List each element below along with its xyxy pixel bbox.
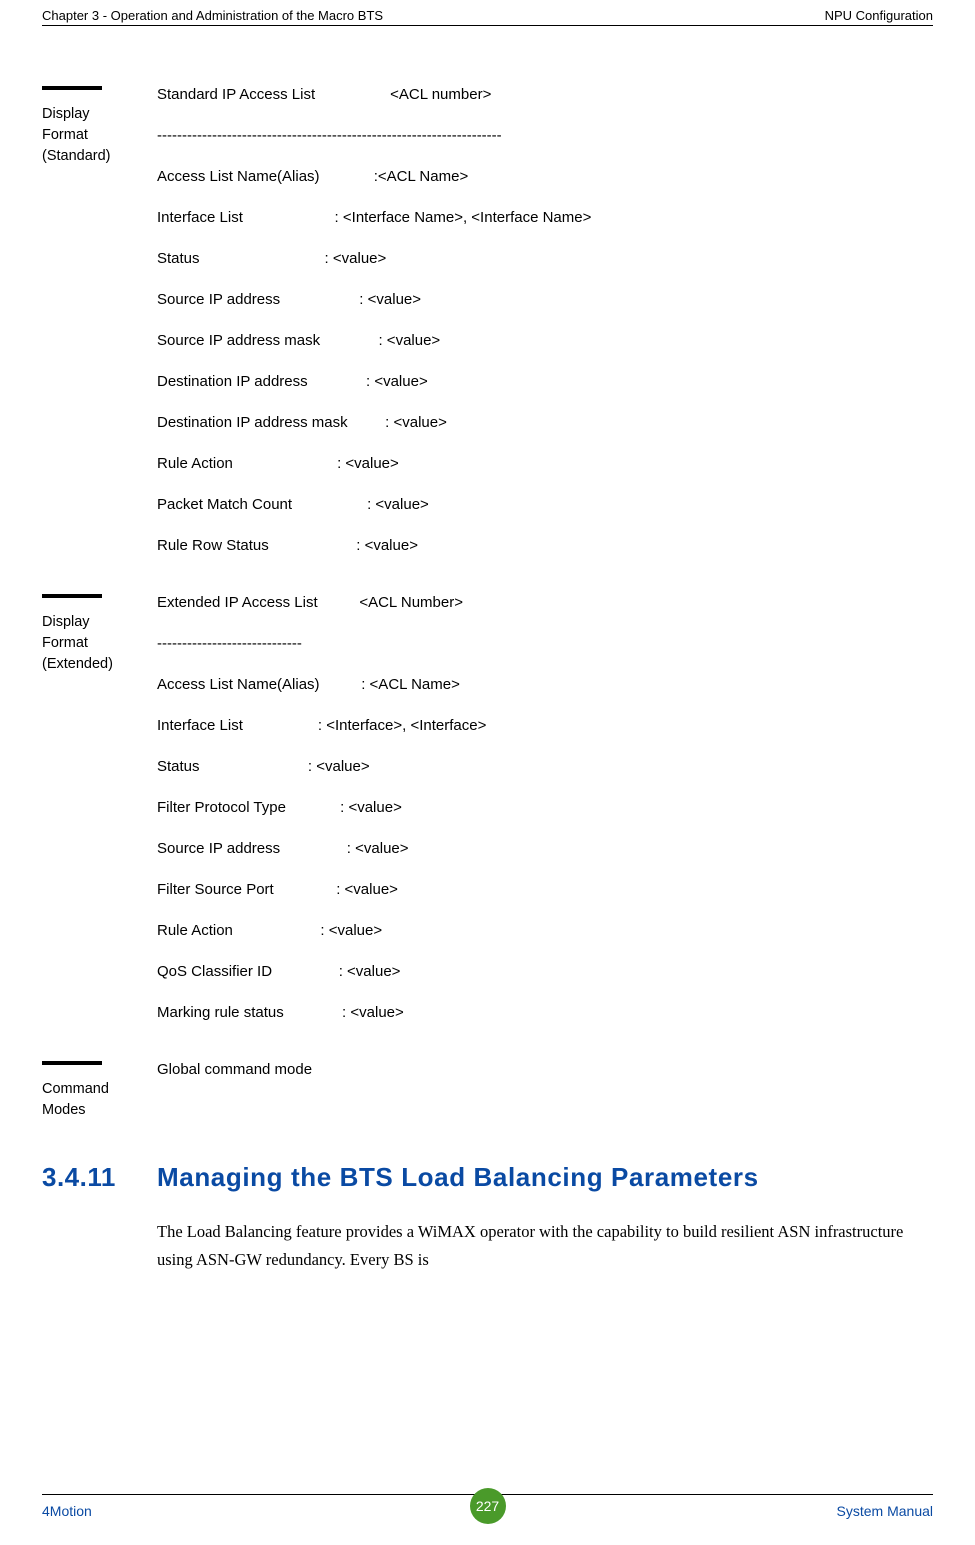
content-line: Source IP address : <value> [157, 291, 933, 308]
header-left: Chapter 3 - Operation and Administration… [42, 8, 383, 23]
content-line: Filter Protocol Type : <value> [157, 799, 933, 816]
page-header: Chapter 3 - Operation and Administration… [42, 0, 933, 23]
footer-right: System Manual [837, 1503, 933, 1519]
block-content: Global command mode [157, 1061, 933, 1121]
content-line: Destination IP address : <value> [157, 373, 933, 390]
page-number-badge: 227 [470, 1488, 506, 1524]
content-line: Interface List : <Interface Name>, <Inte… [157, 209, 933, 226]
footer-left: 4Motion [42, 1503, 92, 1519]
content-line: Source IP address mask : <value> [157, 332, 933, 349]
content-line: ----------------------------- [157, 635, 933, 652]
content-line: Packet Match Count : <value> [157, 496, 933, 513]
heading-title: Managing the BTS Load Balancing Paramete… [157, 1161, 933, 1194]
content-line: Status : <value> [157, 250, 933, 267]
body-paragraph: The Load Balancing feature provides a Wi… [157, 1218, 933, 1274]
content-line: Rule Action : <value> [157, 455, 933, 472]
command-modes-block: CommandModes Global command mode [42, 1061, 933, 1121]
block-topbar [42, 594, 102, 598]
block-label: CommandModes [42, 1079, 157, 1121]
block-content: Standard IP Access List <ACL number> ----… [157, 86, 933, 554]
block-label: DisplayFormat(Extended) [42, 612, 157, 675]
content-line: Global command mode [157, 1061, 933, 1078]
content-line: Extended IP Access List <ACL Number> [157, 594, 933, 611]
content-line: Standard IP Access List <ACL number> [157, 86, 933, 103]
content-line: Access List Name(Alias) :<ACL Name> [157, 168, 933, 185]
block-label-col: DisplayFormat(Extended) [42, 594, 157, 1021]
display-format-standard-block: DisplayFormat(Standard) Standard IP Acce… [42, 86, 933, 554]
block-label: DisplayFormat(Standard) [42, 104, 157, 167]
content-line: Rule Row Status : <value> [157, 537, 933, 554]
content-line: Interface List : <Interface>, <Interface… [157, 717, 933, 734]
block-topbar [42, 1061, 102, 1065]
header-rule [42, 25, 933, 26]
content-line: Destination IP address mask : <value> [157, 414, 933, 431]
content-line: Rule Action : <value> [157, 922, 933, 939]
content-line: Access List Name(Alias) : <ACL Name> [157, 676, 933, 693]
content-line: Status : <value> [157, 758, 933, 775]
block-label-col: CommandModes [42, 1061, 157, 1121]
content-line: Source IP address : <value> [157, 840, 933, 857]
section-heading: 3.4.11 Managing the BTS Load Balancing P… [42, 1161, 933, 1194]
heading-number: 3.4.11 [42, 1162, 157, 1193]
block-content: Extended IP Access List <ACL Number> ----… [157, 594, 933, 1021]
block-label-col: DisplayFormat(Standard) [42, 86, 157, 554]
display-format-extended-block: DisplayFormat(Extended) Extended IP Acce… [42, 594, 933, 1021]
content-line: ----------------------------------------… [157, 127, 933, 144]
content-line: QoS Classifier ID : <value> [157, 963, 933, 980]
block-topbar [42, 86, 102, 90]
footer-row: 4Motion 227 System Manual [42, 1503, 933, 1519]
page-footer: 4Motion 227 System Manual [42, 1494, 933, 1519]
header-right: NPU Configuration [825, 8, 933, 23]
content-line: Marking rule status : <value> [157, 1004, 933, 1021]
content-line: Filter Source Port : <value> [157, 881, 933, 898]
